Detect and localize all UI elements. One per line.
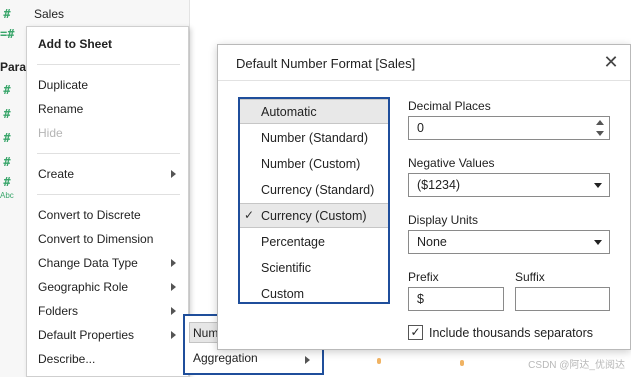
chevron-down-icon [594, 240, 602, 245]
measure-icon: # [3, 107, 11, 121]
background-mark [460, 360, 464, 366]
measure-icon: =# [0, 27, 15, 41]
menu-hide: Hide [38, 126, 63, 140]
close-icon[interactable]: ✕ [602, 53, 620, 71]
measure-icon: # [3, 7, 11, 21]
format-option-currency-custom[interactable]: ✓ Currency (Custom) [240, 203, 388, 228]
format-option-number-standard[interactable]: Number (Standard) [240, 125, 388, 150]
prefix-value: $ [417, 292, 424, 306]
measure-icon: # [3, 131, 11, 145]
menu-geographic-role[interactable]: Geographic Role [38, 280, 128, 294]
negative-values-value: ($1234) [417, 178, 461, 192]
spinner-icon[interactable] [595, 120, 605, 136]
format-option-custom[interactable]: Custom [240, 281, 388, 306]
format-option-scientific[interactable]: Scientific [240, 255, 388, 280]
menu-add-to-sheet[interactable]: Add to Sheet [38, 37, 112, 51]
submenu-arrow-icon [305, 356, 310, 364]
param-row-3[interactable]: # [0, 128, 14, 148]
measure-icon: # [3, 155, 11, 169]
menu-folders[interactable]: Folders [38, 304, 78, 318]
prefix-label: Prefix [408, 270, 439, 284]
number-format-dialog: Default Number Format [Sales] ✕ Automati… [217, 44, 631, 350]
field-row-2[interactable]: =# [0, 24, 14, 44]
format-option-automatic[interactable]: Automatic [240, 99, 388, 124]
submenu-arrow-icon [171, 283, 176, 291]
menu-duplicate[interactable]: Duplicate [38, 78, 88, 92]
format-option-currency-standard[interactable]: Currency (Standard) [240, 177, 388, 202]
decimal-places-label: Decimal Places [408, 99, 491, 113]
thousands-separator-label: Include thousands separators [429, 326, 593, 340]
dialog-divider [218, 80, 630, 81]
background-mark [377, 358, 381, 364]
param-row-1[interactable]: # [0, 80, 14, 100]
display-units-select[interactable]: None [408, 230, 610, 254]
decimal-places-stepper[interactable]: 0 [408, 116, 610, 140]
menu-convert-dimension[interactable]: Convert to Dimension [38, 232, 153, 246]
negative-values-select[interactable]: ($1234) [408, 173, 610, 197]
measure-icon: # [3, 83, 11, 97]
decimal-places-value: 0 [417, 121, 424, 135]
display-units-label: Display Units [408, 213, 479, 227]
watermark: CSDN @阿达_优阅达 [528, 360, 625, 371]
suffix-field[interactable] [515, 287, 610, 311]
checkmark-icon: ✓ [244, 208, 255, 222]
format-option-percentage[interactable]: Percentage [240, 229, 388, 254]
field-sales-label: Sales [34, 7, 65, 21]
menu-divider [37, 153, 180, 154]
param-row-2[interactable]: # [0, 104, 14, 124]
field-sales[interactable]: # Sales [0, 4, 64, 24]
param-row-5[interactable]: # [0, 172, 14, 192]
submenu-arrow-icon [171, 170, 176, 178]
measure-icon: # [3, 175, 11, 189]
format-option-number-custom[interactable]: Number (Custom) [240, 151, 388, 176]
prefix-field[interactable]: $ [408, 287, 504, 311]
string-type-icon: Abc [0, 191, 14, 200]
menu-convert-discrete[interactable]: Convert to Discrete [38, 208, 141, 222]
submenu-arrow-icon [171, 307, 176, 315]
menu-aggregation[interactable]: Aggregation [193, 351, 258, 365]
menu-divider [37, 194, 180, 195]
menu-describe[interactable]: Describe... [38, 352, 95, 366]
param-row-4[interactable]: # [0, 152, 14, 172]
field-context-menu: Add to Sheet Duplicate Rename Hide Creat… [26, 26, 189, 377]
menu-divider [37, 64, 180, 65]
dialog-title: Default Number Format [Sales] [236, 56, 416, 71]
submenu-arrow-icon [171, 331, 176, 339]
suffix-label: Suffix [515, 270, 545, 284]
display-units-value: None [417, 235, 447, 249]
format-list: Automatic Number (Standard) Number (Cust… [238, 97, 390, 304]
menu-default-properties[interactable]: Default Properties [38, 328, 134, 342]
thousands-separator-checkbox[interactable]: ✓ [408, 325, 423, 340]
format-option-label: Currency (Custom) [261, 208, 367, 223]
submenu-arrow-icon [171, 259, 176, 267]
menu-create[interactable]: Create [38, 167, 74, 181]
chevron-down-icon [594, 183, 602, 188]
menu-change-data-type[interactable]: Change Data Type [38, 256, 138, 270]
negative-values-label: Negative Values [408, 156, 495, 170]
menu-rename[interactable]: Rename [38, 102, 83, 116]
